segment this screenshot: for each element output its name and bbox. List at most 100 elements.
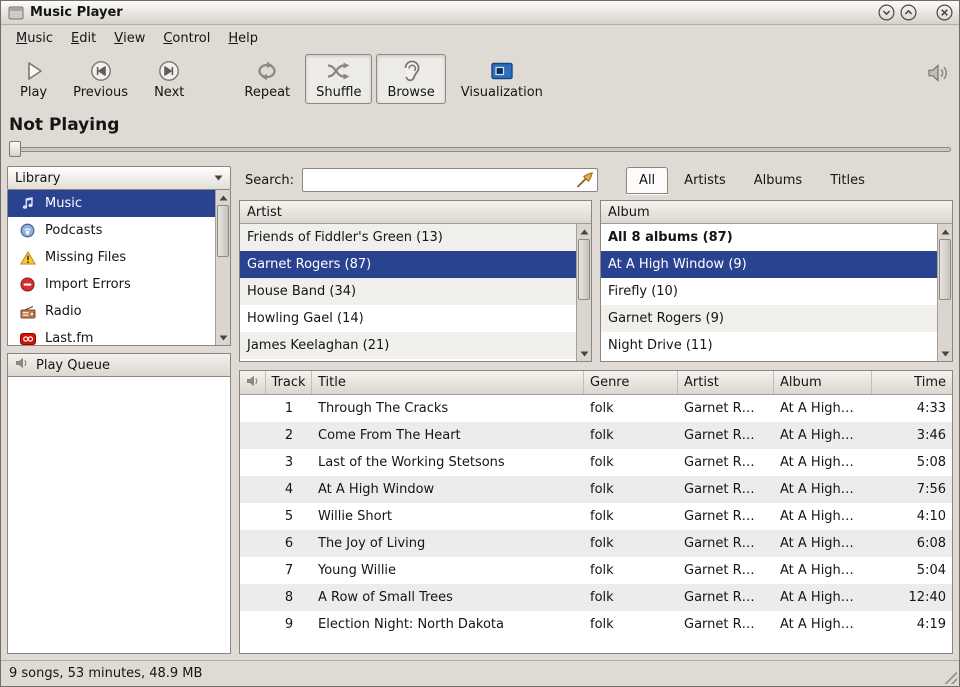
tab-titles[interactable]: Titles [818, 168, 877, 193]
artist-column-header[interactable]: Artist [240, 201, 591, 224]
library-scrollbar[interactable] [215, 190, 230, 345]
artist-pane-body: Friends of Fiddler's Green (13)Garnet Ro… [240, 224, 591, 361]
sidebar-item-label: Missing Files [45, 250, 126, 265]
album-scrollbar-track[interactable] [938, 237, 952, 348]
source-selector[interactable]: Library [7, 166, 231, 190]
menu-edit[interactable]: Edit [62, 25, 105, 52]
artist-scrollbar[interactable] [576, 224, 591, 361]
track-row[interactable]: 6The Joy of LivingfolkGarnet R…At A High… [240, 530, 952, 557]
volume-button[interactable] [925, 62, 951, 88]
scroll-down-icon[interactable] [941, 348, 950, 359]
album-item[interactable]: At A High Window (9) [601, 251, 937, 278]
sidebar-item-missing-files[interactable]: Missing Files [8, 244, 215, 271]
menu-music[interactable]: Music [7, 25, 62, 52]
column-header-album[interactable]: Album [774, 371, 872, 394]
sidebar-item-music[interactable]: Music [8, 190, 215, 217]
menu-control[interactable]: Control [154, 25, 219, 52]
library-scrollbar-track[interactable] [216, 203, 230, 332]
scroll-up-icon[interactable] [941, 226, 950, 237]
album-list: All 8 albums (87)At A High Window (9)Fir… [601, 224, 937, 361]
minimize-button[interactable] [878, 4, 895, 21]
play-queue-header[interactable]: Play Queue [7, 353, 231, 377]
maximize-button[interactable] [900, 4, 917, 21]
sidebar-item-radio[interactable]: Radio [8, 298, 215, 325]
window-controls [878, 4, 953, 21]
previous-button[interactable]: Previous [62, 54, 139, 104]
sidebar: Library MusicPodcasts Missing Files Import… [7, 166, 231, 654]
menu-view[interactable]: View [105, 25, 154, 52]
artist-item[interactable]: Friends of Fiddler's Green (13) [240, 224, 576, 251]
repeat-button[interactable]: Repeat [233, 54, 301, 104]
sidebar-item-label: Radio [45, 304, 82, 319]
tab-artists[interactable]: Artists [672, 168, 738, 193]
column-header-genre[interactable]: Genre [584, 371, 678, 394]
play-button[interactable]: Play [9, 54, 58, 104]
artist-scrollbar-track[interactable] [577, 237, 591, 348]
cell-album: At A High… [774, 455, 872, 470]
scroll-up-icon[interactable] [580, 226, 589, 237]
next-button[interactable]: Next [143, 54, 195, 104]
artist-item[interactable]: Howling Gael (14) [240, 305, 576, 332]
cell-title: Come From The Heart [312, 428, 584, 443]
scroll-up-icon[interactable] [219, 192, 228, 203]
artist-item[interactable]: James Keelaghan (21) [240, 332, 576, 359]
play-queue-list[interactable] [7, 377, 231, 654]
cell-genre: folk [584, 536, 678, 551]
column-header-time[interactable]: Time [872, 371, 952, 394]
column-header-track[interactable]: Track [266, 371, 312, 394]
cell-album: At A High… [774, 617, 872, 632]
shuffle-button[interactable]: Shuffle [305, 54, 372, 104]
cell-time: 6:08 [872, 536, 952, 551]
search-input[interactable] [302, 168, 598, 192]
status-text: 9 songs, 53 minutes, 48.9 MB [9, 666, 202, 681]
seek-slider[interactable] [1, 138, 959, 160]
artist-item[interactable]: House Band (34) [240, 278, 576, 305]
tab-all[interactable]: All [626, 167, 668, 194]
album-item[interactable]: All 8 albums (87) [601, 224, 937, 251]
cell-track: 6 [266, 536, 312, 551]
track-row[interactable]: 9Election Night: North DakotafolkGarnet … [240, 611, 952, 638]
tab-albums[interactable]: Albums [742, 168, 814, 193]
sidebar-item-import-errors[interactable]: Import Errors [8, 271, 215, 298]
music-note-icon [19, 196, 36, 211]
track-row[interactable]: 3Last of the Working StetsonsfolkGarnet … [240, 449, 952, 476]
track-row[interactable]: 7Young WilliefolkGarnet R…At A High…5:04 [240, 557, 952, 584]
titlebar[interactable]: Music Player [1, 1, 959, 25]
cell-album: At A High… [774, 482, 872, 497]
seek-track[interactable] [9, 147, 951, 152]
close-button[interactable] [936, 4, 953, 21]
visualization-button[interactable]: Visualization [450, 54, 554, 104]
library-scrollbar-thumb[interactable] [217, 205, 229, 257]
playing-column-header[interactable] [240, 371, 266, 394]
album-item[interactable]: Garnet Rogers (9) [601, 305, 937, 332]
artist-scrollbar-thumb[interactable] [578, 239, 590, 300]
resize-grip[interactable] [942, 669, 957, 684]
track-row[interactable]: 2Come From The HeartfolkGarnet R…At A Hi… [240, 422, 952, 449]
cell-time: 5:04 [872, 563, 952, 578]
track-row[interactable]: 1Through The CracksfolkGarnet R…At A Hig… [240, 395, 952, 422]
search-box [302, 168, 598, 192]
sidebar-item-podcasts[interactable]: Podcasts [8, 217, 215, 244]
browse-button[interactable]: Browse [376, 54, 445, 104]
clear-search-icon[interactable] [575, 171, 595, 189]
cell-title: Election Night: North Dakota [312, 617, 584, 632]
album-item[interactable]: Firefly (10) [601, 278, 937, 305]
album-column-header[interactable]: Album [601, 201, 952, 224]
column-header-title[interactable]: Title [312, 371, 584, 394]
scroll-down-icon[interactable] [580, 348, 589, 359]
track-row[interactable]: 4At A High WindowfolkGarnet R…At A High…… [240, 476, 952, 503]
artist-item[interactable]: Garnet Rogers (87) [240, 251, 576, 278]
album-scrollbar-thumb[interactable] [939, 239, 951, 300]
column-header-artist[interactable]: Artist [678, 371, 774, 394]
sidebar-item-last-fm[interactable]: Last.fm [8, 325, 215, 345]
seek-handle[interactable] [9, 141, 21, 157]
menu-help[interactable]: Help [219, 25, 267, 52]
track-row[interactable]: 8A Row of Small TreesfolkGarnet R…At A H… [240, 584, 952, 611]
cell-artist: Garnet R… [678, 563, 774, 578]
album-item[interactable]: Night Drive (11) [601, 332, 937, 359]
scroll-down-icon[interactable] [219, 332, 228, 343]
album-scrollbar[interactable] [937, 224, 952, 361]
track-row[interactable]: 5Willie ShortfolkGarnet R…At A High…4:10 [240, 503, 952, 530]
cell-title: Young Willie [312, 563, 584, 578]
warning-icon [19, 251, 36, 265]
